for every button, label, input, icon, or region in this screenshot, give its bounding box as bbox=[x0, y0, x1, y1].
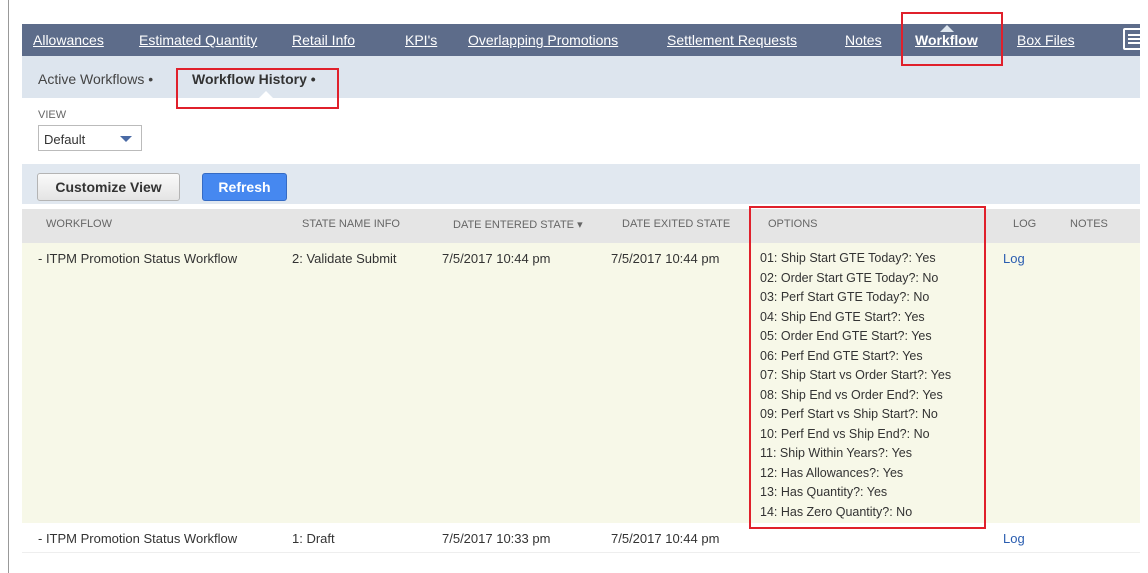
row1-log-link[interactable]: Log bbox=[1003, 251, 1025, 266]
header-date-exited-state[interactable]: DATE EXITED STATE bbox=[622, 218, 730, 230]
top-margin bbox=[0, 0, 1148, 10]
row2-date-entered: 7/5/2017 10:33 pm bbox=[442, 531, 551, 546]
tab-box-files[interactable]: Box Files bbox=[1017, 24, 1075, 56]
list-toolbar bbox=[22, 164, 1140, 204]
left-border bbox=[8, 0, 9, 573]
row2-date-exited: 7/5/2017 10:44 pm bbox=[611, 531, 720, 546]
header-date-entered-state[interactable]: DATE ENTERED STATE ▾ bbox=[453, 218, 583, 231]
tab-settlement-requests[interactable]: Settlement Requests bbox=[667, 24, 797, 56]
highlight-workflow-history bbox=[176, 68, 339, 109]
tab-retail-info[interactable]: Retail Info bbox=[292, 24, 355, 56]
view-dropdown-caret-icon[interactable] bbox=[120, 136, 132, 142]
header-notes[interactable]: NOTES bbox=[1070, 218, 1108, 230]
header-log[interactable]: LOG bbox=[1013, 218, 1036, 230]
subtab-active-workflows[interactable]: Active Workflows • bbox=[38, 71, 153, 87]
tab-estimated-quantity[interactable]: Estimated Quantity bbox=[139, 24, 257, 56]
view-select-value: Default bbox=[44, 132, 86, 147]
highlight-workflow-tab bbox=[901, 12, 1003, 66]
header-workflow[interactable]: WORKFLOW bbox=[46, 218, 112, 230]
tab-overlapping-promotions[interactable]: Overlapping Promotions bbox=[468, 24, 618, 56]
row1-workflow: - ITPM Promotion Status Workflow bbox=[38, 251, 238, 266]
row2-log-link[interactable]: Log bbox=[1003, 531, 1025, 546]
tab-allowances[interactable]: Allowances bbox=[33, 24, 104, 56]
refresh-button[interactable]: Refresh bbox=[202, 173, 287, 201]
tab-notes[interactable]: Notes bbox=[845, 24, 882, 56]
row1-state: 2: Validate Submit bbox=[292, 251, 397, 266]
row1-date-exited: 7/5/2017 10:44 pm bbox=[611, 251, 720, 266]
more-tabs-menu-icon[interactable] bbox=[1123, 28, 1145, 50]
tab-kpis[interactable]: KPI's bbox=[405, 24, 437, 56]
row1-date-entered: 7/5/2017 10:44 pm bbox=[442, 251, 551, 266]
customize-view-button[interactable]: Customize View bbox=[37, 173, 180, 201]
view-label: VIEW bbox=[38, 109, 67, 121]
row2-state: 1: Draft bbox=[292, 531, 335, 546]
highlight-options bbox=[749, 206, 986, 529]
row2-workflow: - ITPM Promotion Status Workflow bbox=[38, 531, 238, 546]
header-state-name-info[interactable]: STATE NAME INFO bbox=[302, 218, 400, 230]
